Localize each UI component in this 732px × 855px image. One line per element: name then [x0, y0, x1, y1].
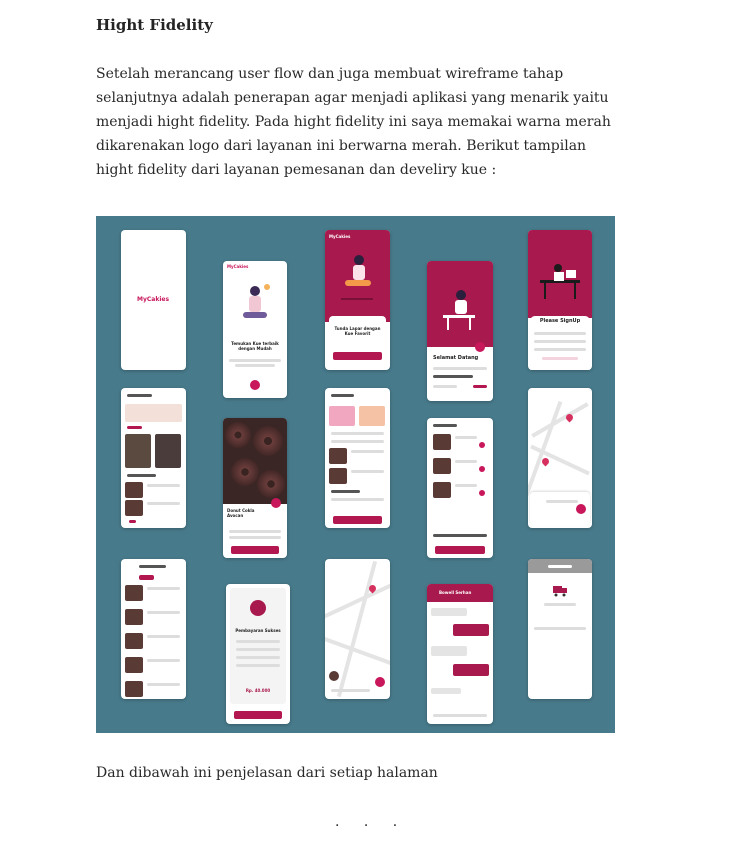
onboarding2-title: Tunda Lapar dengan Kue Favorit	[334, 326, 381, 336]
home-screen	[121, 388, 186, 528]
app-logo-small: MyCakies	[329, 234, 351, 239]
tracking-map-screen	[528, 388, 592, 528]
onboarding-title: Temukan Kue terbaik dengan Mudah	[231, 341, 279, 351]
welcome-title: Selamat Datang	[433, 355, 479, 361]
order-history-screen	[121, 559, 186, 699]
login-screen: Selamat Datang	[427, 261, 493, 401]
add-button[interactable]	[271, 498, 281, 508]
next-button[interactable]	[250, 380, 260, 390]
section-heading: Hight Fidelity	[96, 16, 213, 34]
payment-amount: Rp. 40.000	[245, 688, 271, 693]
login-illustration	[443, 290, 475, 330]
delivery-icon	[553, 586, 567, 597]
app-logo: MyCakies	[137, 296, 170, 303]
payment-title: Pembayaran Sukses	[235, 628, 281, 633]
location-map-screen	[325, 559, 390, 699]
checkout-button[interactable]	[435, 546, 485, 554]
login-button[interactable]	[333, 352, 382, 360]
app-logo-small: MyCakies	[227, 264, 249, 269]
splash-screen: MyCakies	[121, 230, 186, 370]
checkout-screen	[325, 388, 390, 528]
chat-contact-name: Bowell Serhan	[439, 590, 472, 595]
notification-screen	[528, 559, 592, 699]
signup-title: Please SignUp	[539, 318, 581, 324]
payment-success-screen: Pembayaran Sukses Rp. 40.000	[226, 584, 290, 724]
call-button[interactable]	[576, 504, 586, 514]
product-title: Donut Cokla Avocan	[227, 508, 255, 518]
onboarding-illustration-2	[341, 255, 373, 300]
add-to-cart-button[interactable]	[231, 546, 279, 554]
hifi-mockup-image: MyCakies MyCakies Temukan Kue terbaik de…	[96, 216, 615, 733]
intro-paragraph: Setelah merancang user flow dan juga mem…	[96, 66, 611, 178]
caption-text: Dan dibawah ini penjelasan dari setiap h…	[96, 765, 438, 781]
signup-screen: Please SignUp	[528, 230, 592, 370]
navigate-button[interactable]	[375, 677, 385, 687]
signup-illustration	[540, 264, 580, 299]
cart-screen	[427, 418, 493, 558]
onboarding-illustration	[243, 284, 270, 318]
product-detail-screen: Donut Cokla Avocan	[223, 418, 287, 558]
check-icon	[250, 600, 266, 616]
order-button[interactable]	[333, 516, 382, 524]
done-button[interactable]	[234, 711, 282, 719]
onboarding-screen: MyCakies Temukan Kue terbaik dengan Muda…	[223, 261, 287, 398]
chat-screen: Bowell Serhan	[427, 584, 493, 724]
onboarding-screen-2: MyCakies Tunda Lapar dengan Kue Favorit	[325, 230, 390, 370]
next-button[interactable]	[475, 342, 485, 352]
location-pin-icon	[540, 456, 551, 467]
section-separator: · · ·	[335, 818, 408, 834]
